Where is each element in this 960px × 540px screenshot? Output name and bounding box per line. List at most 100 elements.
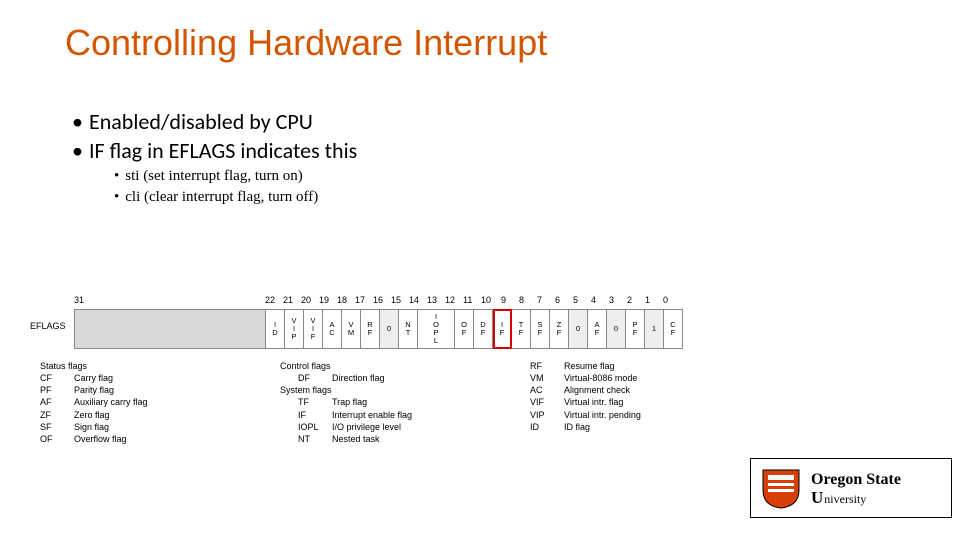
bit-num: 6 xyxy=(555,295,560,305)
bit-num: 1 xyxy=(645,295,650,305)
desc: Parity flag xyxy=(74,384,114,396)
desc: Direction flag xyxy=(332,372,385,384)
bit-zero: 0 xyxy=(380,309,399,349)
right-flags-col: RFResume flag VMVirtual-8086 mode ACAlig… xyxy=(530,360,730,445)
bit-rf: RF xyxy=(361,309,380,349)
bit-num: 4 xyxy=(591,295,596,305)
bit-id: ID xyxy=(266,309,285,349)
bit-vif: VIF xyxy=(304,309,323,349)
abbr: ZF xyxy=(40,409,74,421)
sub-bullet-item: •cli (clear interrupt flag, turn off) xyxy=(114,189,357,206)
bit-vip: VIP xyxy=(285,309,304,349)
bit-num: 19 xyxy=(319,295,329,305)
shield-icon xyxy=(757,465,805,511)
bit-num: 8 xyxy=(519,295,524,305)
bit-num: 16 xyxy=(373,295,383,305)
desc: I/O privilege level xyxy=(332,421,401,433)
bit-one: 1 xyxy=(645,309,664,349)
bit-num: 15 xyxy=(391,295,401,305)
abbr: NT xyxy=(298,433,332,445)
desc: Virtual intr. pending xyxy=(564,409,641,421)
bit-num: 7 xyxy=(537,295,542,305)
flag-legend: Status flags CFCarry flag PFParity flag … xyxy=(40,360,730,445)
desc: Alignment check xyxy=(564,384,630,396)
bullet-text: sti (set interrupt flag, turn on) xyxy=(125,168,302,184)
logo-u: U xyxy=(811,488,823,507)
bit-pf: PF xyxy=(626,309,645,349)
bit-zero: 0 xyxy=(607,309,626,349)
bit-num: 20 xyxy=(301,295,311,305)
legend-heading: Control flags xyxy=(280,360,530,372)
abbr: VIP xyxy=(530,409,564,421)
bit-nt: NT xyxy=(399,309,418,349)
bit-num: 11 xyxy=(463,295,472,305)
bit-if-highlighted: IF xyxy=(493,309,512,349)
abbr: IOPL xyxy=(298,421,332,433)
logo-text: Oregon State University xyxy=(811,472,901,505)
eflags-diagram: 31 22 21 20 19 18 17 16 15 14 13 12 11 1… xyxy=(32,295,683,349)
abbr: AC xyxy=(530,384,564,396)
bullet-text: cli (clear interrupt flag, turn off) xyxy=(125,189,318,205)
status-flags-col: Status flags CFCarry flag PFParity flag … xyxy=(40,360,280,445)
desc: Trap flag xyxy=(332,396,367,408)
desc: Interrupt enable flag xyxy=(332,409,412,421)
bit-num: 12 xyxy=(445,295,455,305)
abbr: SF xyxy=(40,421,74,433)
bit-iopl: IOPL xyxy=(418,309,455,349)
desc: Virtual intr. flag xyxy=(564,396,623,408)
bit-df: DF xyxy=(474,309,493,349)
bit-num: 0 xyxy=(663,295,668,305)
bit-num: 2 xyxy=(627,295,632,305)
bit-sf: SF xyxy=(531,309,550,349)
bit-num: 14 xyxy=(409,295,419,305)
bit-num: 10 xyxy=(481,295,491,305)
bit-af: AF xyxy=(588,309,607,349)
bit-tf: TF xyxy=(512,309,531,349)
abbr: PF xyxy=(40,384,74,396)
abbr: DF xyxy=(298,372,332,384)
desc: Nested task xyxy=(332,433,380,445)
bit-numbers: 31 22 21 20 19 18 17 16 15 14 13 12 11 1… xyxy=(32,295,683,309)
desc: Sign flag xyxy=(74,421,109,433)
reserved-bits xyxy=(74,309,266,349)
desc: Overflow flag xyxy=(74,433,127,445)
control-system-col: Control flags DFDirection flag System fl… xyxy=(280,360,530,445)
bit-num: 13 xyxy=(427,295,437,305)
bit-ac: AC xyxy=(323,309,342,349)
eflags-label: EFLAGS xyxy=(30,321,66,331)
bullet-item: •IF flag in EFLAGS indicates this xyxy=(72,137,357,164)
logo-line2: niversity xyxy=(824,492,866,506)
bit-cf: CF xyxy=(664,309,683,349)
abbr: OF xyxy=(40,433,74,445)
bit-num: 21 xyxy=(283,295,293,305)
bit-zf: ZF xyxy=(550,309,569,349)
bit-num: 18 xyxy=(337,295,347,305)
bullet-text: Enabled/disabled by CPU xyxy=(89,108,313,135)
desc: Resume flag xyxy=(564,360,615,372)
legend-heading: System flags xyxy=(280,384,530,396)
desc: Carry flag xyxy=(74,372,113,384)
bit-num: 22 xyxy=(265,295,275,305)
sub-bullet-item: •sti (set interrupt flag, turn on) xyxy=(114,168,357,185)
bit-num: 5 xyxy=(573,295,578,305)
bullet-text: IF flag in EFLAGS indicates this xyxy=(89,137,357,164)
desc: ID flag xyxy=(564,421,590,433)
desc: Zero flag xyxy=(74,409,110,421)
abbr: VIF xyxy=(530,396,564,408)
legend-heading: Status flags xyxy=(40,360,280,372)
bit-num: 17 xyxy=(355,295,365,305)
abbr: AF xyxy=(40,396,74,408)
slide-title: Controlling Hardware Interrupt xyxy=(65,22,547,64)
abbr: ID xyxy=(530,421,564,433)
abbr: CF xyxy=(40,372,74,384)
osu-logo: Oregon State University xyxy=(750,458,952,518)
bit-vm: VM xyxy=(342,309,361,349)
abbr: VM xyxy=(530,372,564,384)
desc: Virtual-8086 mode xyxy=(564,372,637,384)
desc: Auxiliary carry flag xyxy=(74,396,148,408)
bit-num: 31 xyxy=(74,295,84,305)
bit-of: OF xyxy=(455,309,474,349)
abbr: RF xyxy=(530,360,564,372)
abbr: TF xyxy=(298,396,332,408)
bullet-item: •Enabled/disabled by CPU xyxy=(72,108,357,135)
